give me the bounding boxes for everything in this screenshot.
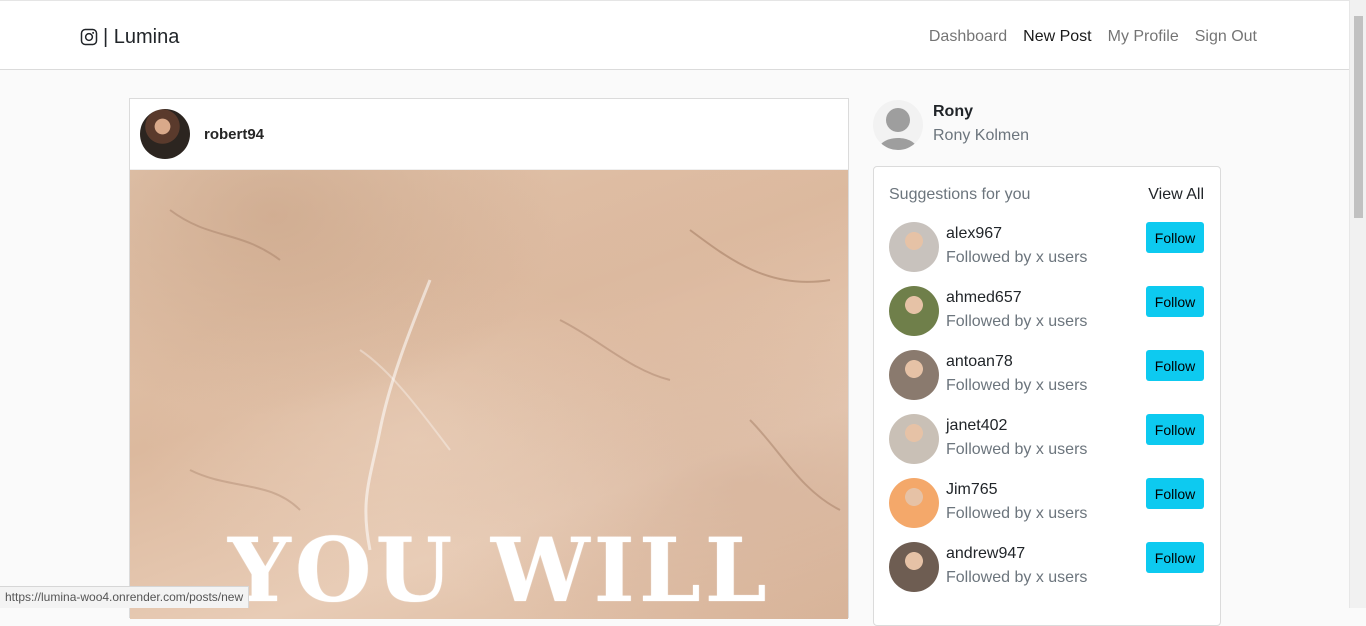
follow-button[interactable]: Follow: [1146, 222, 1204, 253]
follow-button[interactable]: Follow: [1146, 542, 1204, 573]
scrollbar-thumb[interactable]: [1354, 16, 1363, 218]
suggestion-avatar[interactable]: [889, 478, 939, 528]
page-scrollbar[interactable]: [1349, 0, 1366, 608]
suggestion-subtitle: Followed by x users: [946, 246, 1087, 270]
navbar: | Lumina Dashboard New Post My Profile S…: [0, 0, 1349, 70]
post-image-caption-text: YOU WILL: [228, 518, 771, 619]
suggestion-username[interactable]: ahmed657: [946, 286, 1087, 310]
suggestion-item: janet402Followed by x users Follow: [874, 414, 1220, 478]
brand-name: | Lumina: [103, 26, 179, 49]
nav-links: Dashboard New Post My Profile Sign Out: [929, 25, 1257, 49]
suggestion-item: antoan78Followed by x users Follow: [874, 350, 1220, 414]
suggestion-subtitle: Followed by x users: [946, 374, 1087, 398]
suggestion-subtitle: Followed by x users: [946, 310, 1087, 334]
profile-summary: Rony Rony Kolmen: [873, 99, 1029, 151]
post-card: robert94 YOU WILL: [129, 98, 849, 618]
nav-dashboard[interactable]: Dashboard: [929, 25, 1007, 49]
brand-link[interactable]: | Lumina: [80, 25, 179, 49]
follow-button[interactable]: Follow: [1146, 478, 1204, 509]
suggestion-username[interactable]: antoan78: [946, 350, 1087, 374]
suggestion-username[interactable]: janet402: [946, 414, 1087, 438]
suggestion-avatar[interactable]: [889, 414, 939, 464]
default-avatar-icon[interactable]: [873, 100, 923, 150]
suggestions-panel: Suggestions for you View All alex967Foll…: [873, 166, 1221, 626]
suggestion-item: ahmed657Followed by x users Follow: [874, 286, 1220, 350]
instagram-icon: [80, 28, 98, 46]
suggestion-avatar[interactable]: [889, 222, 939, 272]
post-header: robert94: [130, 99, 848, 170]
suggestions-title: Suggestions for you: [889, 186, 1030, 204]
suggestion-subtitle: Followed by x users: [946, 438, 1087, 462]
follow-button[interactable]: Follow: [1146, 414, 1204, 445]
nav-sign-out[interactable]: Sign Out: [1195, 25, 1257, 49]
nav-my-profile[interactable]: My Profile: [1108, 25, 1179, 49]
follow-button[interactable]: Follow: [1146, 350, 1204, 381]
suggestion-item: Jim765Followed by x users Follow: [874, 478, 1220, 542]
profile-username[interactable]: Rony: [933, 101, 1029, 123]
suggestion-subtitle: Followed by x users: [946, 502, 1087, 526]
profile-full-name: Rony Kolmen: [933, 123, 1029, 149]
suggestions-list: alex967Followed by x usersFollowahmed657…: [874, 222, 1220, 606]
post-author-avatar[interactable]: [140, 109, 190, 159]
view-all-link[interactable]: View All: [1148, 186, 1204, 204]
suggestion-item: alex967Followed by x users Follow: [874, 222, 1220, 286]
follow-button[interactable]: Follow: [1146, 286, 1204, 317]
suggestion-avatar[interactable]: [889, 542, 939, 592]
post-author-username[interactable]: robert94: [204, 126, 264, 143]
suggestion-avatar[interactable]: [889, 350, 939, 400]
suggestion-username[interactable]: alex967: [946, 222, 1087, 246]
suggestion-username[interactable]: andrew947: [946, 542, 1087, 566]
post-image[interactable]: YOU WILL: [130, 170, 848, 619]
suggestion-subtitle: Followed by x users: [946, 566, 1087, 590]
suggestion-username[interactable]: Jim765: [946, 478, 1087, 502]
nav-new-post[interactable]: New Post: [1023, 25, 1091, 49]
status-bar-url: https://lumina-woo4.onrender.com/posts/n…: [0, 586, 249, 608]
suggestion-item: andrew947Followed by x users Follow: [874, 542, 1220, 606]
suggestion-avatar[interactable]: [889, 286, 939, 336]
